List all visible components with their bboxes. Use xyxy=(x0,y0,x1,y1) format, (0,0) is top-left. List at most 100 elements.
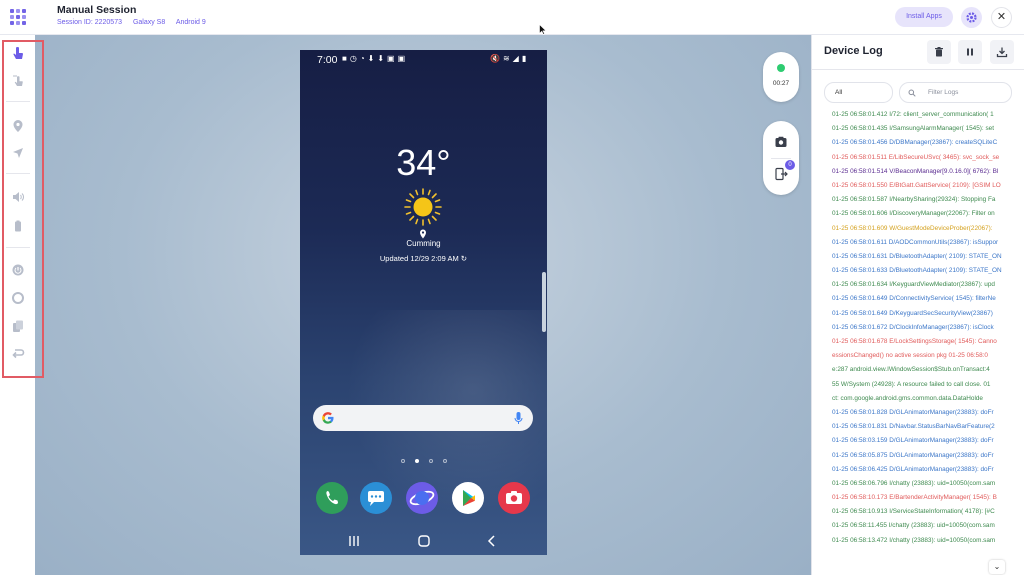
log-line: 01-25 06:58:01.678 E/LockSettingsStorage… xyxy=(832,338,997,345)
device-screen[interactable]: 7:00 ■◷◔⬇⬇▣▣ 🔇≋◢▮ 34° Cumming Updated 12… xyxy=(300,50,547,555)
battery-tool[interactable] xyxy=(11,219,25,233)
back-icon xyxy=(12,349,25,359)
session-id: Session ID: 2220573 xyxy=(57,19,122,26)
scroll-to-bottom-button[interactable]: ⌄ xyxy=(989,560,1005,574)
recording-timer: 00:27 xyxy=(772,80,790,87)
pause-icon xyxy=(967,48,973,56)
weather-city: Cumming xyxy=(406,239,441,248)
internet-app-icon[interactable] xyxy=(406,482,438,514)
recents-nav-icon[interactable] xyxy=(346,533,362,549)
log-line: 01-25 06:58:01.611 D/AODCommonUtils(2386… xyxy=(832,238,999,246)
google-search-bar[interactable] xyxy=(313,405,533,431)
close-session-button[interactable]: ✕ xyxy=(991,7,1012,28)
close-icon: ✕ xyxy=(996,11,1007,23)
gear-icon xyxy=(966,12,977,23)
log-line: 01-25 06:58:01.609 W/GuestModeDeviceProb… xyxy=(832,224,993,232)
tap-tool[interactable] xyxy=(11,46,25,60)
home-nav-icon[interactable] xyxy=(416,533,432,549)
settings-button[interactable] xyxy=(961,7,982,28)
power-tool[interactable] xyxy=(11,263,25,277)
log-line: 01-25 06:58:01.412 I/72: client_server_c… xyxy=(832,111,994,118)
page-dot xyxy=(429,459,433,463)
header: Manual Session Session ID: 2220573 Galax… xyxy=(0,0,1024,35)
power-icon xyxy=(12,264,24,276)
volume-tool[interactable] xyxy=(11,190,25,204)
log-line: 01-25 06:58:01.672 D/ClockInfoManager(23… xyxy=(832,323,994,331)
log-line: 01-25 06:58:01.631 D/BluetoothAdapter( 2… xyxy=(832,252,1002,260)
log-line: 01-25 06:58:01.831 D/Navbar.StatusBarNav… xyxy=(832,423,995,431)
log-line: 01-25 06:58:01.649 D/ConnectivityService… xyxy=(832,295,996,303)
gps-tool[interactable] xyxy=(11,146,25,160)
screenshot-icon[interactable] xyxy=(774,135,788,149)
log-line: ct: com.google.android.gms.common.data.D… xyxy=(832,394,983,402)
swipe-icon xyxy=(13,75,23,86)
chevron-down-icon: ⌄ xyxy=(993,562,1001,571)
clear-log-button[interactable] xyxy=(927,40,951,64)
mouse-cursor-icon xyxy=(539,24,547,35)
recent-apps-tool[interactable] xyxy=(11,319,25,333)
log-line: 01-25 06:58:01.435 I/SamsungAlarmManager… xyxy=(832,125,994,133)
log-line: 01-25 06:58:01.606 I/DiscoveryManager(22… xyxy=(832,210,995,218)
recent-apps-icon xyxy=(13,320,23,332)
weather-temperature[interactable]: 34° xyxy=(300,142,547,184)
back-tool[interactable] xyxy=(11,346,25,360)
location-tool[interactable] xyxy=(11,119,25,133)
home-icon xyxy=(12,292,24,304)
device-log-title: Device Log xyxy=(824,45,883,57)
notification-icons: ■◷◔⬇⬇▣▣ xyxy=(342,54,409,63)
log-line: 01-25 06:58:10.913 I/ServiceStateInforma… xyxy=(832,508,995,516)
play-store-app-icon[interactable] xyxy=(452,482,484,514)
recording-indicator[interactable]: 00:27 xyxy=(763,52,799,102)
log-line: 01-25 06:58:01.456 D/DBManager(23867): c… xyxy=(832,139,998,147)
log-line: 01-25 06:58:01.828 D/GLAnimatorManager(2… xyxy=(832,408,994,416)
log-line: 01-25 06:58:01.633 D/BluetoothAdapter( 2… xyxy=(832,267,1002,275)
log-line: 01-25 06:58:05.875 D/GLAnimatorManager(2… xyxy=(832,451,994,459)
log-lines[interactable]: 01-25 06:58:01.412 I/72: client_server_c… xyxy=(832,108,1024,575)
refresh-icon[interactable]: ↻ xyxy=(461,254,467,263)
page-dot-active xyxy=(415,459,419,463)
capture-count-badge: 0 xyxy=(785,160,795,170)
back-nav-icon[interactable] xyxy=(484,533,500,549)
share-device-icon[interactable] xyxy=(774,167,788,181)
log-line: 01-25 06:58:11.455 I/chatty (23883): uid… xyxy=(832,522,995,530)
google-icon xyxy=(322,412,334,424)
messages-app-icon[interactable] xyxy=(360,482,392,514)
log-line: e:287 android.view.IWindowSession$Stub.o… xyxy=(832,366,990,374)
session-title: Manual Session xyxy=(57,4,137,16)
lambdatest-logo[interactable] xyxy=(9,8,27,26)
home-page-indicator xyxy=(401,458,447,464)
log-line: 01-25 06:58:06.425 D/GLAnimatorManager(2… xyxy=(832,465,994,473)
phone-app-icon[interactable] xyxy=(316,482,348,514)
system-status-icons: 🔇≋◢▮ xyxy=(490,54,530,63)
log-line: essionsChanged() no active session pkg 0… xyxy=(832,352,988,360)
status-time: 7:00 xyxy=(317,54,338,66)
install-apps-button[interactable]: Install Apps xyxy=(895,7,953,27)
page-dot xyxy=(401,459,405,463)
device-name: Galaxy S8 xyxy=(132,19,166,26)
sun-icon xyxy=(404,188,442,226)
recording-dot-icon xyxy=(777,64,785,72)
log-line: 55 W/System (24928): A resource failed t… xyxy=(832,380,991,388)
log-header-divider xyxy=(812,69,1024,70)
page-dot xyxy=(443,459,447,463)
log-line: 01-25 06:58:06.796 I/chatty (23883): uid… xyxy=(832,479,996,487)
log-line: 01-25 06:58:01.514 V/BeaconManager[9.0.1… xyxy=(832,167,999,175)
trash-icon xyxy=(935,47,943,57)
weather-updated: Updated 12/29 2:09 AM ↻ xyxy=(379,254,468,263)
download-log-button[interactable] xyxy=(990,40,1014,64)
microphone-icon[interactable] xyxy=(514,411,523,425)
log-line: 01-25 06:58:13.472 I/chatty (23883): uid… xyxy=(832,536,996,544)
pause-log-button[interactable] xyxy=(958,40,982,64)
home-tool[interactable] xyxy=(11,291,25,305)
log-level-select[interactable]: All xyxy=(824,82,893,103)
log-line: 01-25 06:58:01.587 I/NearbySharing(29324… xyxy=(832,196,996,204)
location-icon xyxy=(13,120,23,132)
phone-side-button xyxy=(542,272,546,332)
log-line: 01-25 06:58:01.649 D/KeyguardSecSecurity… xyxy=(832,309,993,317)
camera-app-icon[interactable] xyxy=(498,482,530,514)
swipe-tool[interactable] xyxy=(11,73,25,87)
location-pin-icon xyxy=(420,229,426,239)
volume-icon xyxy=(13,192,24,202)
search-icon xyxy=(908,89,916,97)
log-line: 01-25 06:58:10.173 E/BartenderActivityMa… xyxy=(832,494,997,502)
